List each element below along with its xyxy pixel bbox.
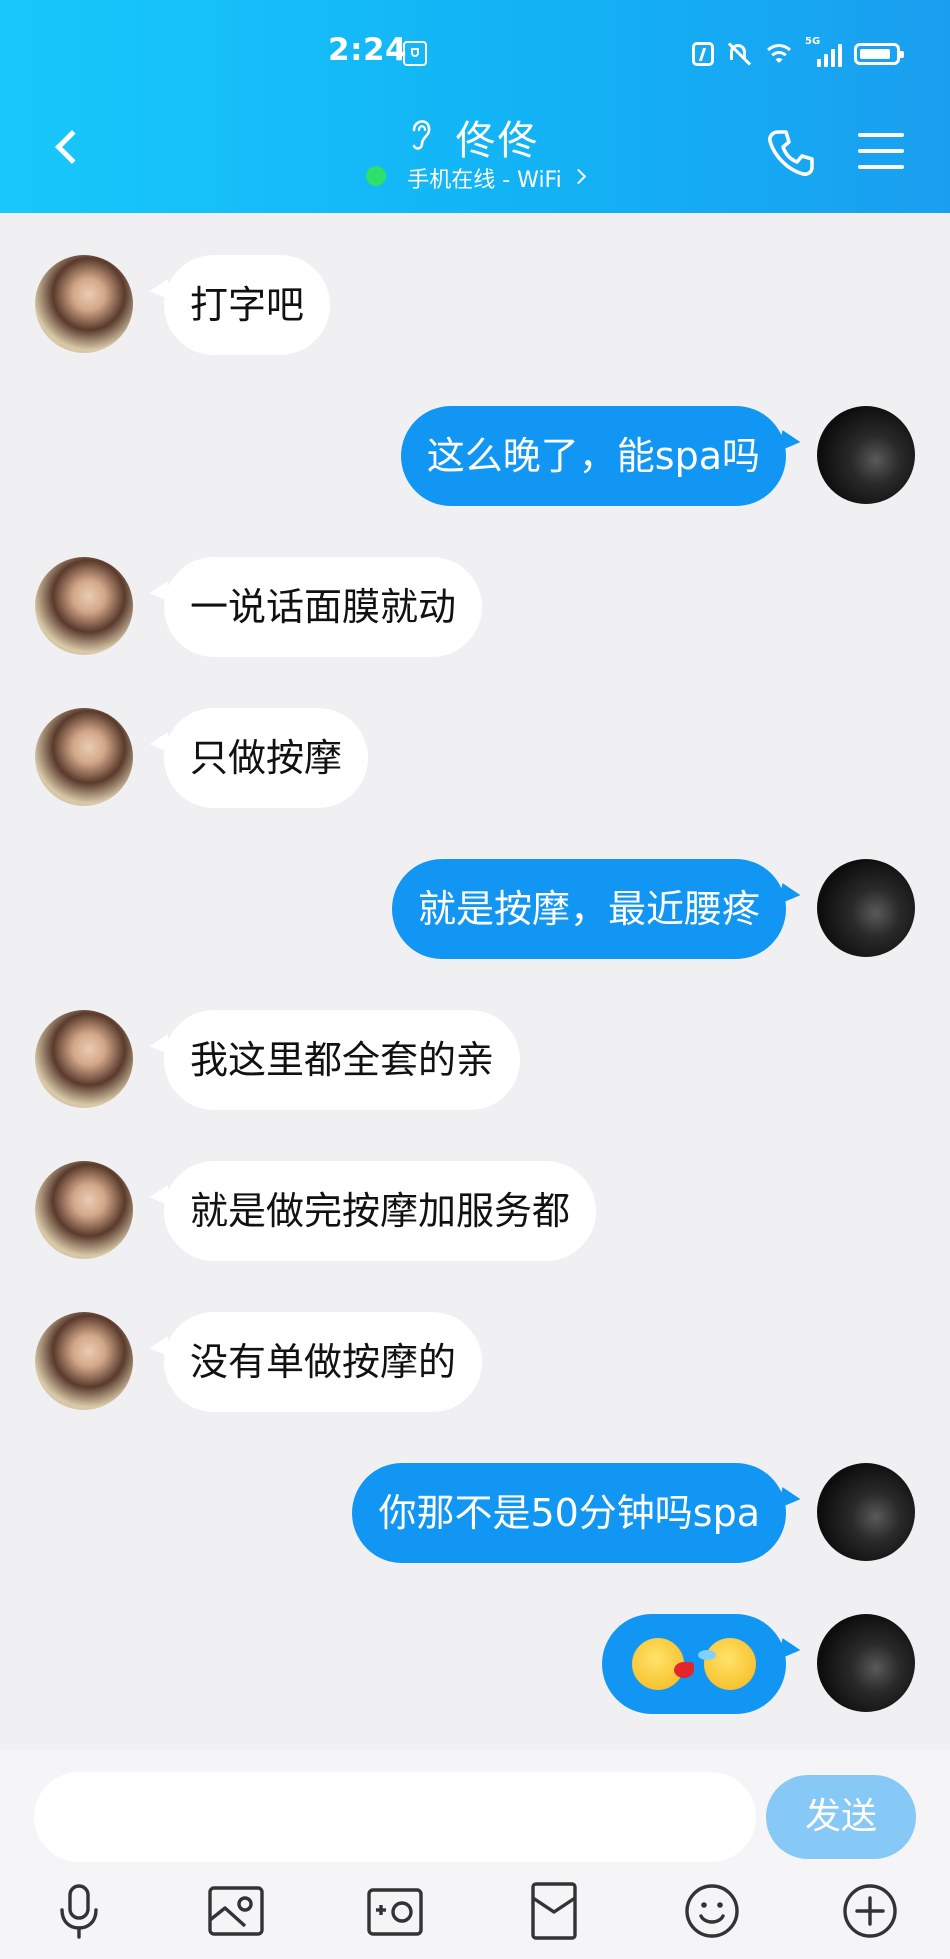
chevron-right-icon bbox=[570, 168, 587, 184]
my-avatar[interactable] bbox=[817, 1463, 915, 1561]
message-bubble[interactable]: 就是做完按摩加服务都 bbox=[164, 1161, 597, 1261]
message-bubble[interactable]: 我这里都全套的亲 bbox=[164, 1010, 521, 1110]
send-button[interactable]: 发送 bbox=[766, 1775, 916, 1859]
ear-icon bbox=[410, 116, 432, 152]
message-bubble[interactable]: 只做按摩 bbox=[164, 708, 369, 808]
message-bubble[interactable]: 没有单做按摩的 bbox=[164, 1312, 483, 1412]
message-row: 你那不是50分钟吗spa bbox=[0, 1463, 950, 1563]
voice-icon bbox=[60, 1884, 98, 1939]
message-row: 就是做完按摩加服务都 bbox=[0, 1161, 950, 1261]
image-button[interactable] bbox=[205, 1880, 267, 1942]
chat-header: 2:24 5G 佟佟 手机在线 - WiFi bbox=[0, 0, 950, 213]
camera-button[interactable] bbox=[364, 1880, 426, 1942]
more-button[interactable] bbox=[839, 1880, 901, 1942]
contact-avatar[interactable] bbox=[35, 1312, 133, 1410]
image-icon bbox=[208, 1886, 264, 1936]
emoji-icon bbox=[685, 1884, 739, 1938]
message-row: 只做按摩 bbox=[0, 708, 950, 808]
message-row: 我这里都全套的亲 bbox=[0, 1010, 950, 1110]
phone-call-button[interactable] bbox=[766, 128, 816, 178]
my-avatar[interactable] bbox=[817, 859, 915, 957]
crying-face-icon bbox=[698, 1637, 756, 1690]
contact-avatar[interactable] bbox=[35, 255, 133, 353]
red-packet-icon bbox=[531, 1882, 577, 1940]
contact-avatar[interactable] bbox=[35, 708, 133, 806]
menu-button[interactable] bbox=[858, 131, 904, 171]
message-row: 一说话面膜就动 bbox=[0, 557, 950, 657]
chat-message-list[interactable]: 打字吧 这么晚了，能spa吗 一说话面膜就动 只做按摩 就是按摩，最近腰疼 我这… bbox=[0, 213, 950, 1750]
message-row: 就是按摩，最近腰疼 bbox=[0, 859, 950, 959]
message-bubble[interactable]: 就是按摩，最近腰疼 bbox=[391, 859, 786, 959]
contact-avatar[interactable] bbox=[35, 557, 133, 655]
voice-button[interactable] bbox=[48, 1880, 110, 1942]
wifi-icon bbox=[764, 42, 794, 66]
emoji-message-bubble[interactable] bbox=[601, 1614, 786, 1714]
contact-avatar[interactable] bbox=[35, 1010, 133, 1108]
input-bar: 发送 bbox=[0, 1750, 950, 1959]
message-bubble[interactable]: 打字吧 bbox=[164, 255, 331, 355]
status-time: 2:24 bbox=[328, 32, 408, 68]
message-bubble[interactable]: 一说话面膜就动 bbox=[164, 557, 483, 657]
emoji-button[interactable] bbox=[681, 1880, 743, 1942]
spitting-blood-face-icon bbox=[631, 1637, 694, 1690]
phone-icon bbox=[768, 130, 814, 176]
camera-icon bbox=[367, 1888, 423, 1936]
plus-icon bbox=[843, 1884, 897, 1938]
online-status-text: 手机在线 - WiFi bbox=[407, 168, 562, 193]
message-row: 这么晚了，能spa吗 bbox=[0, 406, 950, 506]
mute-icon bbox=[726, 41, 752, 67]
message-bubble[interactable]: 你那不是50分钟吗spa bbox=[352, 1463, 786, 1563]
contact-name: 佟佟 bbox=[455, 118, 540, 164]
cellular-signal-icon: 5G bbox=[805, 36, 842, 69]
battery-icon bbox=[854, 43, 904, 65]
red-packet-button[interactable] bbox=[523, 1880, 585, 1942]
shield-icon bbox=[403, 41, 427, 66]
message-input[interactable] bbox=[34, 1772, 756, 1862]
message-row: 没有单做按摩的 bbox=[0, 1312, 950, 1412]
my-avatar[interactable] bbox=[817, 1614, 915, 1712]
system-status-icons: 5G bbox=[692, 34, 904, 74]
online-dot-icon bbox=[366, 166, 387, 186]
message-bubble[interactable]: 这么晚了，能spa吗 bbox=[400, 406, 786, 506]
my-avatar[interactable] bbox=[817, 406, 915, 504]
contact-avatar[interactable] bbox=[35, 1161, 133, 1259]
nfc-icon bbox=[692, 42, 714, 66]
message-row bbox=[0, 1614, 950, 1714]
input-toolbar bbox=[0, 1880, 950, 1950]
message-row: 打字吧 bbox=[0, 255, 950, 355]
